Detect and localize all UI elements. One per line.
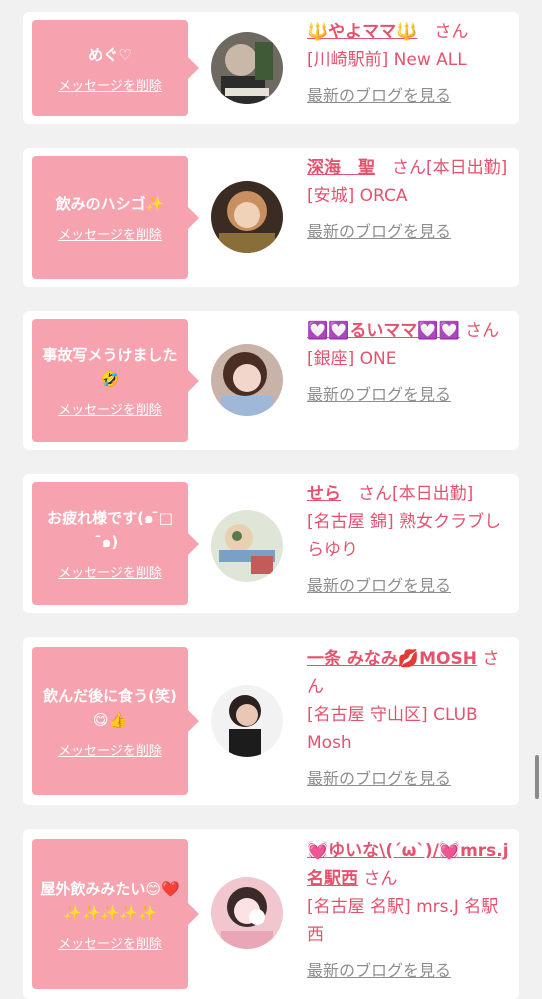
delete-message-link[interactable]: メッセージを削除 xyxy=(58,224,162,243)
profile-info: 🔱やよママ🔱 さん [川崎駅前] New ALL 最新のブログを見る xyxy=(307,18,513,110)
message-bubble: 飲んだ後に食う(笑)😋👍 メッセージを削除 xyxy=(32,647,199,795)
honorific: さん[本日出勤] xyxy=(392,158,508,178)
profile-info: 💓ゆいな\(´ω`)/💓mrs.j名駅西 さん [名古屋 名駅] mrs.J 名… xyxy=(307,837,513,985)
latest-blog-link[interactable]: 最新のブログを見る xyxy=(307,769,451,788)
latest-blog-link[interactable]: 最新のブログを見る xyxy=(307,961,451,980)
avatar[interactable] xyxy=(211,181,283,253)
delete-message-link[interactable]: メッセージを削除 xyxy=(58,399,162,418)
honorific: さん xyxy=(363,869,398,889)
profile-info: せら さん[本日出勤] [名古屋 錦] 熟女クラブしらゆり 最新のブログを見る xyxy=(307,480,513,600)
latest-blog-link[interactable]: 最新のブログを見る xyxy=(307,86,451,105)
shop-location: [銀座] ONE xyxy=(307,349,397,369)
message-bubble: 事故写メうけました🤣 メッセージを削除 xyxy=(32,319,199,442)
message-text: 飲んだ後に食う(笑)😋👍 xyxy=(43,686,177,729)
profile-name-link[interactable]: 💟💟るいママ💟💟 xyxy=(307,321,460,341)
profile-name-link[interactable]: 深海 聖 xyxy=(307,158,375,178)
message-card: お疲れ様です(๑ ̄□ ̄๑) メッセージを削除 せら さん[本日出勤] [名古… xyxy=(23,474,519,613)
message-text: めぐ♡ xyxy=(88,45,132,64)
scrollbar[interactable] xyxy=(535,755,539,799)
message-card: 事故写メうけました🤣 メッセージを削除 💟💟るいママ💟💟 さん [銀座] ONE… xyxy=(23,311,519,450)
message-bubble: お疲れ様です(๑ ̄□ ̄๑) メッセージを削除 xyxy=(32,482,199,605)
avatar[interactable] xyxy=(211,510,283,582)
avatar[interactable] xyxy=(211,32,283,104)
latest-blog-link[interactable]: 最新のブログを見る xyxy=(307,222,451,241)
profile-info: 一条 みなみ💋MOSH さん [名古屋 守山区] CLUB Mosh 最新のブロ… xyxy=(307,645,513,793)
delete-message-link[interactable]: メッセージを削除 xyxy=(58,740,162,759)
message-card: 屋外飲みみたい😊❤️✨✨✨✨✨ メッセージを削除 💓ゆいな\(´ω`)/💓mrs… xyxy=(23,829,519,999)
shop-location: [川崎駅前] New ALL xyxy=(307,50,467,70)
shop-location: [名古屋 錦] 熟女クラブしらゆり xyxy=(307,512,502,560)
message-bubble: 飲みのハシゴ✨ メッセージを削除 xyxy=(32,156,199,279)
profile-info: 💟💟るいママ💟💟 さん [銀座] ONE 最新のブログを見る xyxy=(307,317,513,409)
message-text: お疲れ様です(๑ ̄□ ̄๑) xyxy=(47,509,173,551)
message-text: 屋外飲みみたい😊❤️✨✨✨✨✨ xyxy=(40,879,180,922)
profile-info: 深海 聖 さん[本日出勤] [安城] ORCA 最新のブログを見る xyxy=(307,154,513,246)
message-card: 飲んだ後に食う(笑)😋👍 メッセージを削除 一条 みなみ💋MOSH さん [名古… xyxy=(23,637,519,805)
honorific: さん xyxy=(434,22,469,42)
message-card: めぐ♡ メッセージを削除 🔱やよママ🔱 さん [川崎駅前] New ALL 最新… xyxy=(23,12,519,124)
avatar[interactable] xyxy=(211,877,283,949)
delete-message-link[interactable]: メッセージを削除 xyxy=(58,562,162,581)
avatar[interactable] xyxy=(211,685,283,757)
message-bubble: 屋外飲みみたい😊❤️✨✨✨✨✨ メッセージを削除 xyxy=(32,839,199,989)
delete-message-link[interactable]: メッセージを削除 xyxy=(58,75,162,94)
profile-name-link[interactable]: せら xyxy=(307,484,341,504)
profile-name-link[interactable]: 一条 みなみ💋MOSH xyxy=(307,649,477,669)
shop-location: [名古屋 名駅] mrs.J 名駅西 xyxy=(307,897,499,945)
shop-location: [名古屋 守山区] CLUB Mosh xyxy=(307,705,478,753)
delete-message-link[interactable]: メッセージを削除 xyxy=(58,933,162,952)
message-card: 飲みのハシゴ✨ メッセージを削除 深海 聖 さん[本日出勤] [安城] ORCA… xyxy=(23,148,519,287)
honorific: さん xyxy=(465,321,500,341)
profile-name-link[interactable]: 🔱やよママ🔱 xyxy=(307,22,417,42)
profile-name-link[interactable]: 💓ゆいな\(´ω`)/💓mrs.j名駅西 xyxy=(307,841,509,889)
message-text: 飲みのハシゴ✨ xyxy=(55,195,165,213)
avatar[interactable] xyxy=(211,344,283,416)
honorific: さん[本日出勤] xyxy=(358,484,474,504)
latest-blog-link[interactable]: 最新のブログを見る xyxy=(307,576,451,595)
latest-blog-link[interactable]: 最新のブログを見る xyxy=(307,385,451,404)
shop-location: [安城] ORCA xyxy=(307,186,408,206)
message-bubble: めぐ♡ メッセージを削除 xyxy=(32,20,199,116)
message-text: 事故写メうけました🤣 xyxy=(42,346,178,388)
